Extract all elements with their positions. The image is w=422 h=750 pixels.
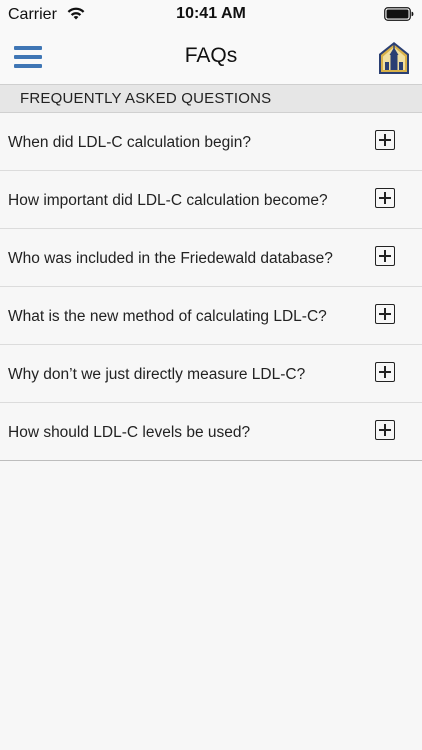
- faq-question: How important did LDL-C calculation beco…: [8, 192, 328, 209]
- faq-item[interactable]: Who was included in the Friedewald datab…: [0, 229, 422, 287]
- faq-question: Who was included in the Friedewald datab…: [8, 250, 333, 267]
- faq-item[interactable]: When did LDL-C calculation begin?: [0, 113, 422, 171]
- status-time: 10:41 AM: [176, 5, 246, 22]
- expand-plus-icon[interactable]: [375, 362, 395, 382]
- status-bar: Carrier 10:41 AM: [0, 0, 422, 30]
- battery-icon: [384, 7, 414, 21]
- page-title: FAQs: [184, 44, 238, 67]
- faq-question: Why don’t we just directly measure LDL-C…: [8, 366, 306, 383]
- expand-plus-icon[interactable]: [375, 420, 395, 440]
- faq-list: When did LDL-C calculation begin? How im…: [0, 113, 422, 461]
- faq-question: How should LDL-C levels be used?: [8, 424, 251, 441]
- expand-plus-icon[interactable]: [375, 246, 395, 266]
- section-header: FREQUENTLY ASKED QUESTIONS: [0, 85, 422, 113]
- faq-question: What is the new method of calculating LD…: [8, 308, 327, 325]
- expand-plus-icon[interactable]: [375, 130, 395, 150]
- section-header-label: FREQUENTLY ASKED QUESTIONS: [20, 90, 272, 107]
- faq-item[interactable]: How important did LDL-C calculation beco…: [0, 171, 422, 229]
- faq-question: When did LDL-C calculation begin?: [8, 134, 251, 151]
- expand-plus-icon[interactable]: [375, 304, 395, 324]
- faq-item[interactable]: What is the new method of calculating LD…: [0, 287, 422, 345]
- hospital-logo-icon: [379, 42, 409, 74]
- expand-plus-icon[interactable]: [375, 188, 395, 208]
- faq-item[interactable]: How should LDL-C levels be used?: [0, 403, 422, 461]
- faq-item[interactable]: Why don’t we just directly measure LDL-C…: [0, 345, 422, 403]
- navigation-bar: FAQs: [0, 30, 422, 85]
